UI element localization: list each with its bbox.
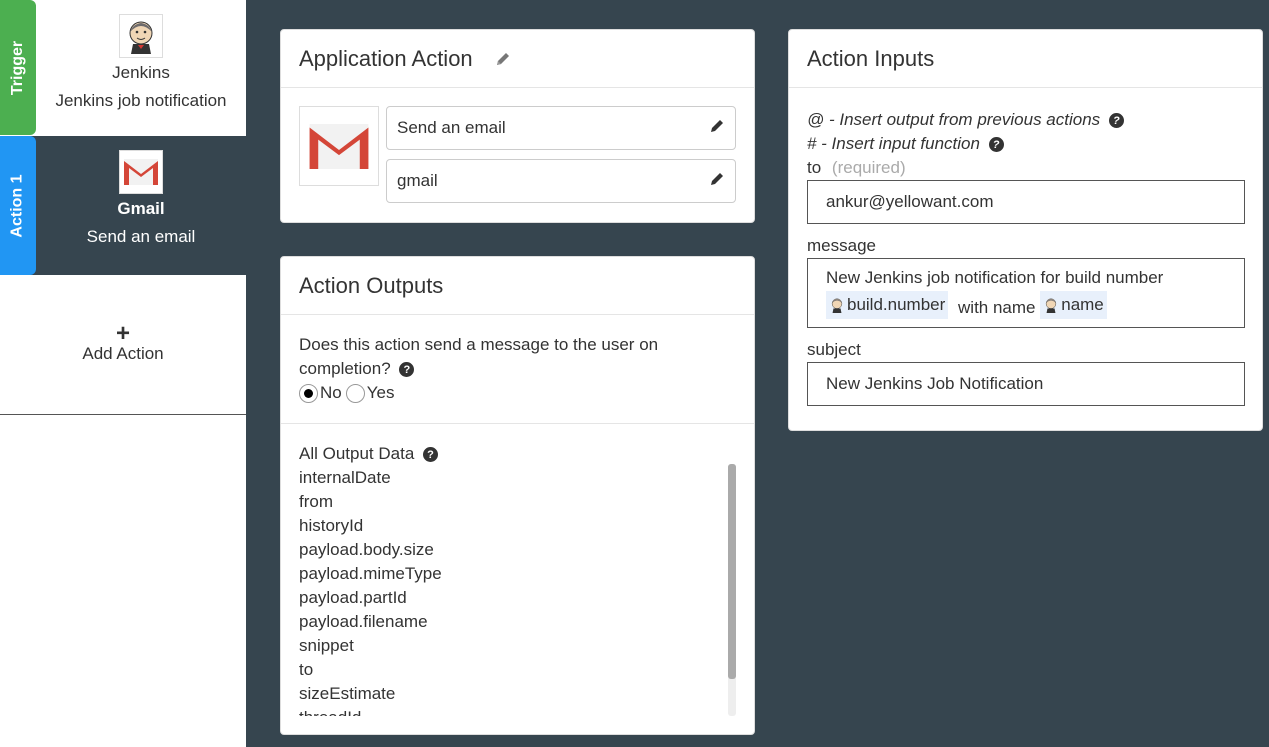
jenkins-mini-icon	[831, 298, 843, 313]
list-item[interactable]: payload.body.size	[299, 538, 736, 562]
help-icon[interactable]: ?	[988, 137, 1004, 153]
application-action-card: Application Action Send an email gmail	[280, 29, 755, 223]
trigger-description: Jenkins job notification	[55, 91, 227, 110]
trigger-tab[interactable]: Trigger	[0, 0, 36, 135]
scroll-thumb[interactable]	[728, 464, 736, 679]
edit-action-pencil-icon[interactable]	[709, 118, 725, 139]
action-app-name: Gmail	[117, 199, 165, 218]
subject-field[interactable]: New Jenkins Job Notification	[807, 362, 1245, 406]
token-build-number[interactable]: build.number	[826, 291, 949, 319]
help-icon[interactable]: ?	[423, 447, 439, 463]
edit-title-pencil-icon[interactable]	[495, 51, 511, 67]
list-item[interactable]: to	[299, 658, 736, 682]
list-item[interactable]: sizeEstimate	[299, 682, 736, 706]
help-icon[interactable]: ?	[399, 362, 415, 378]
action-select-field[interactable]: Send an email	[386, 106, 736, 150]
radio-yes[interactable]: Yes	[345, 381, 394, 405]
radio-no-circle[interactable]	[299, 383, 318, 403]
add-action-button[interactable]: + Add Action	[0, 276, 246, 415]
trigger-app-name: Jenkins	[112, 63, 170, 82]
to-field[interactable]: ankur@yellowant.com	[807, 180, 1245, 224]
list-item[interactable]: payload.partId	[299, 586, 736, 610]
required-badge: (required)	[831, 158, 906, 177]
radio-yes-circle[interactable]	[345, 383, 365, 403]
gmail-icon	[119, 150, 163, 194]
plus-icon: +	[115, 320, 130, 347]
radio-no[interactable]: No	[299, 381, 342, 405]
hint-at: @ - Insert output from previous actions	[807, 110, 1101, 129]
trigger-step[interactable]: Trigger Jenkins Jenkins job notification	[0, 0, 246, 135]
action-description: Send an email	[86, 227, 196, 246]
list-item[interactable]: from	[299, 490, 736, 514]
application-action-title: Application Action	[299, 45, 473, 71]
app-select-field[interactable]: gmail	[386, 159, 736, 203]
sidebar: Trigger Jenkins Jenkins job notification…	[0, 0, 246, 747]
list-item[interactable]: payload.filename	[299, 610, 736, 634]
gmail-large-icon	[299, 106, 379, 186]
jenkins-icon	[119, 14, 163, 58]
message-label: message	[807, 236, 876, 255]
edit-app-pencil-icon[interactable]	[709, 171, 725, 192]
jenkins-mini-icon	[1046, 298, 1057, 313]
add-action-label: Add Action	[82, 344, 164, 363]
output-scrollbar[interactable]	[728, 464, 736, 716]
output-data-panel: All Output Data ? internalDate from hist…	[281, 424, 754, 734]
list-item[interactable]: internalDate	[299, 466, 736, 490]
action-inputs-title: Action Inputs	[807, 45, 935, 71]
hint-hash: # - Insert input function	[807, 134, 980, 153]
subject-label: subject	[807, 340, 861, 359]
token-name[interactable]: name	[1040, 291, 1107, 319]
message-field[interactable]: New Jenkins job notification for build n…	[807, 258, 1245, 328]
list-item[interactable]: snippet	[299, 634, 736, 658]
to-label: to	[807, 158, 822, 177]
outputs-question: Does this action send a message to the u…	[299, 335, 659, 378]
action-step[interactable]: Action 1 Gmail Send an email	[0, 136, 246, 275]
help-icon[interactable]: ?	[1108, 113, 1124, 129]
list-item[interactable]: threadId	[299, 706, 736, 716]
list-item[interactable]: historyId	[299, 514, 736, 538]
output-data-list: All Output Data ? internalDate from hist…	[299, 442, 736, 716]
action-tab[interactable]: Action 1	[0, 136, 36, 275]
action-outputs-card: Action Outputs Does this action send a m…	[280, 256, 755, 735]
output-data-header: All Output Data	[299, 444, 415, 463]
action-inputs-card: Action Inputs @ - Insert output from pre…	[788, 29, 1263, 431]
action-outputs-title: Action Outputs	[299, 272, 444, 298]
list-item[interactable]: payload.mimeType	[299, 562, 736, 586]
